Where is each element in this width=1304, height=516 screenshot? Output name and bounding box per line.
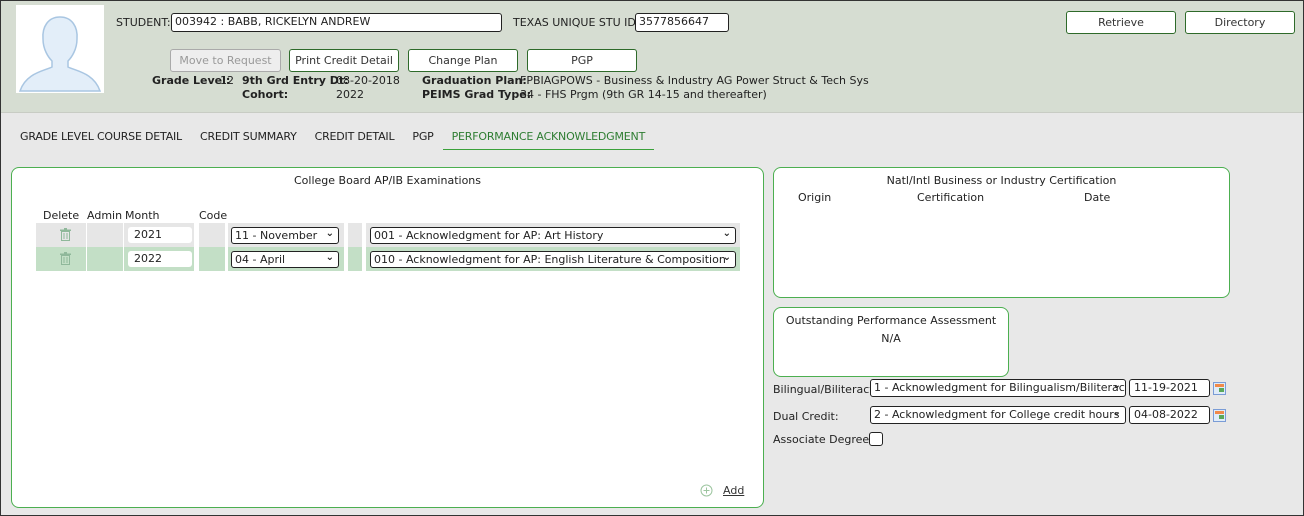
student-label: STUDENT:: [116, 16, 171, 29]
move-to-request-button[interactable]: Move to Request: [170, 49, 281, 72]
col-month: Month: [125, 209, 160, 222]
col-origin: Origin: [798, 191, 832, 204]
associate-degree-label: Associate Degree:: [773, 433, 873, 446]
person-silhouette-icon: [18, 16, 102, 92]
student-input[interactable]: 003942 : BABB, RICKELYN ANDREW: [171, 13, 502, 32]
admin-cell: [87, 223, 123, 247]
admin-cell: [87, 247, 123, 271]
chevron-down-icon: ⌄: [722, 252, 731, 263]
dual-credit-select-value: 2 - Acknowledgment for College credit ho…: [874, 408, 1120, 421]
year-input[interactable]: 2021: [128, 227, 192, 243]
retrieve-button[interactable]: Retrieve: [1066, 11, 1176, 34]
tab-pgp[interactable]: PGP: [403, 125, 442, 150]
stu-id-input[interactable]: 3577856647: [635, 13, 729, 32]
cohort-label: Cohort:: [242, 88, 289, 101]
dual-credit-date-input[interactable]: 04-08-2022: [1129, 406, 1210, 424]
chevron-down-icon: ⌄: [722, 228, 731, 239]
ap-ib-panel: College Board AP/IB Examinations Delete …: [11, 167, 764, 508]
peims-grad-type-value: 34 - FHS Prgm (9th GR 14-15 and thereaft…: [520, 88, 767, 101]
opa-panel: Outstanding Performance Assessment N/A: [773, 307, 1009, 377]
entry-dt-value: 08-20-2018: [336, 74, 400, 87]
year-input[interactable]: 2022: [128, 251, 192, 267]
plus-circle-icon: [700, 484, 713, 497]
month-select-value: 11 - November: [235, 229, 318, 242]
tab-bar: GRADE LEVEL COURSE DETAIL CREDIT SUMMARY…: [11, 125, 655, 150]
entry-dt-label: 9th Grd Entry Dt:: [242, 74, 349, 87]
grade-level-value: 12: [220, 74, 234, 87]
col-date: Date: [1084, 191, 1111, 204]
month-select[interactable]: 04 - April ⌄: [231, 251, 339, 268]
month-select-value: 04 - April: [235, 253, 286, 266]
col-code: Code: [199, 209, 228, 222]
opa-title: Outstanding Performance Assessment: [785, 314, 997, 327]
certification-title: Natl/Intl Business or Industry Certifica…: [886, 174, 1117, 187]
associate-degree-checkbox[interactable]: [869, 432, 883, 446]
calendar-icon[interactable]: [1213, 409, 1226, 422]
student-header: STUDENT: 003942 : BABB, RICKELYN ANDREW …: [1, 1, 1303, 113]
col-admin: Admin: [87, 209, 123, 222]
bilingual-select-value: 1 - Acknowledgment for Bilingualism/Bili…: [874, 381, 1126, 394]
tab-grade-level-course-detail[interactable]: GRADE LEVEL COURSE DETAIL: [11, 125, 191, 150]
chevron-down-icon: ⌄: [325, 252, 334, 263]
bilingual-select[interactable]: 1 - Acknowledgment for Bilingualism/Bili…: [870, 379, 1126, 397]
add-link[interactable]: Add: [723, 484, 744, 497]
code-cell: [199, 223, 225, 247]
code-select[interactable]: 001 - Acknowledgment for AP: Art History…: [370, 227, 736, 244]
student-photo: [16, 5, 104, 93]
peims-grad-type-label: PEIMS Grad Type:: [422, 88, 532, 101]
bilingual-date-input[interactable]: 11-19-2021: [1129, 379, 1210, 397]
dual-credit-select[interactable]: 2 - Acknowledgment for College credit ho…: [870, 406, 1126, 424]
trash-icon[interactable]: [60, 228, 71, 241]
chevron-down-icon: ⌄: [325, 228, 334, 239]
bilingual-label: Bilingual/Biliteracy:: [773, 383, 879, 396]
cohort-value: 2022: [336, 88, 364, 101]
change-plan-button[interactable]: Change Plan: [408, 49, 518, 72]
chevron-down-icon: ⌄: [1112, 380, 1121, 391]
grade-level-label: Grade Level:: [152, 74, 231, 87]
col-certification: Certification: [917, 191, 985, 204]
add-row-button[interactable]: Add: [700, 484, 744, 497]
stu-id-label: TEXAS UNIQUE STU ID:: [513, 16, 640, 29]
grad-plan-value: FPBIAGPOWS - Business & Industry AG Powe…: [520, 74, 869, 87]
certification-panel: Natl/Intl Business or Industry Certifica…: [773, 167, 1230, 298]
code-select-value: 001 - Acknowledgment for AP: Art History: [374, 229, 604, 242]
tab-performance-acknowledgment[interactable]: PERFORMANCE ACKNOWLEDGMENT: [442, 125, 655, 150]
opa-value: N/A: [881, 332, 901, 345]
grad-plan-label: Graduation Plan:: [422, 74, 527, 87]
ap-ib-title: College Board AP/IB Examinations: [294, 174, 481, 187]
code-cell: [199, 247, 225, 271]
print-credit-detail-button[interactable]: Print Credit Detail: [289, 49, 399, 72]
tab-credit-summary[interactable]: CREDIT SUMMARY: [191, 125, 306, 150]
month-select[interactable]: 11 - November ⌄: [231, 227, 339, 244]
chevron-down-icon: ⌄: [1112, 407, 1121, 418]
tab-credit-detail[interactable]: CREDIT DETAIL: [306, 125, 404, 150]
table-row: 2022 04 - April ⌄ 010 - Acknowledgment fo…: [36, 247, 740, 271]
directory-button[interactable]: Directory: [1185, 11, 1295, 34]
trash-icon[interactable]: [60, 252, 71, 265]
calendar-icon[interactable]: [1213, 382, 1226, 395]
col-delete: Delete: [43, 209, 80, 222]
table-row: 2021 11 - November ⌄ 001 - Acknowledgment…: [36, 223, 740, 247]
dual-credit-label: Dual Credit:: [773, 410, 839, 423]
code-select-value: 010 - Acknowledgment for AP: English Lit…: [374, 253, 726, 266]
code-select[interactable]: 010 - Acknowledgment for AP: English Lit…: [370, 251, 736, 268]
pgp-button[interactable]: PGP: [527, 49, 637, 72]
